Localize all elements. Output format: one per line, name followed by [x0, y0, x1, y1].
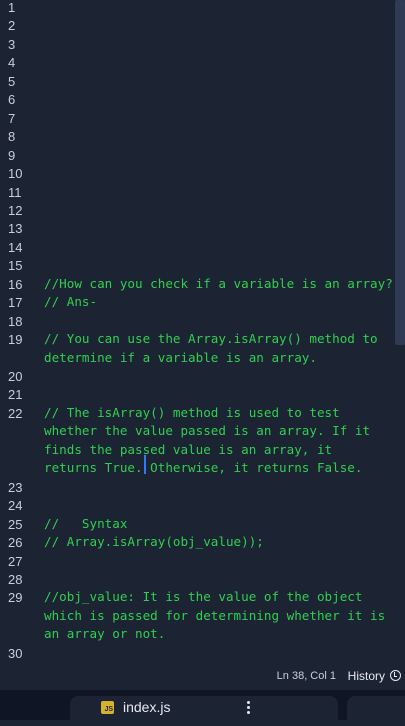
line-number: 3 [8, 36, 16, 52]
file-tab-bar: JS index.js [0, 690, 405, 726]
code-text: // The isArray() method is used to test … [44, 404, 371, 476]
line-number: 14 [8, 239, 23, 255]
line-number: 18 [8, 313, 23, 329]
code-text: // Ans- [44, 294, 98, 310]
text-cursor [144, 455, 146, 474]
more-options-icon[interactable] [247, 701, 250, 714]
line-number: 6 [8, 92, 16, 108]
code-text: //How can you check if a variable is an … [44, 275, 393, 291]
line-number: 9 [8, 147, 16, 163]
line-number: 28 [8, 571, 23, 587]
line-number: 15 [8, 258, 23, 274]
line-number: 25 [8, 516, 23, 532]
line-number: 22 [8, 405, 23, 421]
js-file-icon: JS [101, 701, 114, 714]
cursor-position: Ln 38, Col 1 [276, 670, 336, 682]
code-text: // You can use the Array.isArray() metho… [44, 331, 378, 365]
line-number: 29 [8, 590, 23, 606]
status-bar: Ln 38, Col 1 History [0, 664, 405, 690]
line-number: 8 [8, 129, 16, 145]
code-text: // Syntax [44, 515, 128, 531]
line-number: 4 [8, 55, 16, 71]
line-number: 1 [8, 0, 16, 15]
line-number: 12 [8, 202, 23, 218]
line-number: 17 [8, 295, 23, 311]
line-number: 7 [8, 110, 16, 126]
line-number: 19 [8, 332, 23, 348]
file-tab-label[interactable]: index.js [123, 699, 170, 715]
line-number: 5 [8, 73, 16, 89]
history-button[interactable]: History [348, 669, 385, 683]
line-number: 10 [8, 166, 23, 182]
history-icon[interactable] [390, 670, 401, 681]
line-number: 20 [8, 369, 23, 384]
editor-scrollbar[interactable] [395, 0, 405, 345]
code-text: // Array.isArray(obj_value)); [44, 534, 264, 550]
next-file-tab[interactable] [347, 696, 405, 726]
line-number: 30 [8, 645, 23, 661]
line-number: 23 [8, 479, 23, 495]
line-number: 27 [8, 553, 23, 569]
line-number: 24 [8, 498, 23, 514]
line-number: 21 [8, 387, 23, 403]
line-number: 11 [8, 184, 22, 200]
line-number: 26 [8, 535, 23, 551]
line-number: 16 [8, 276, 23, 292]
code-editor[interactable]: 1 2 3 4 5 6 7 8 9 10 11 12 13 14 15 16//How can you che… [0, 0, 405, 664]
line-number: 2 [8, 18, 16, 34]
line-number: 13 [8, 221, 23, 237]
code-text: //obj_value: It is the value of the obje… [44, 589, 386, 642]
